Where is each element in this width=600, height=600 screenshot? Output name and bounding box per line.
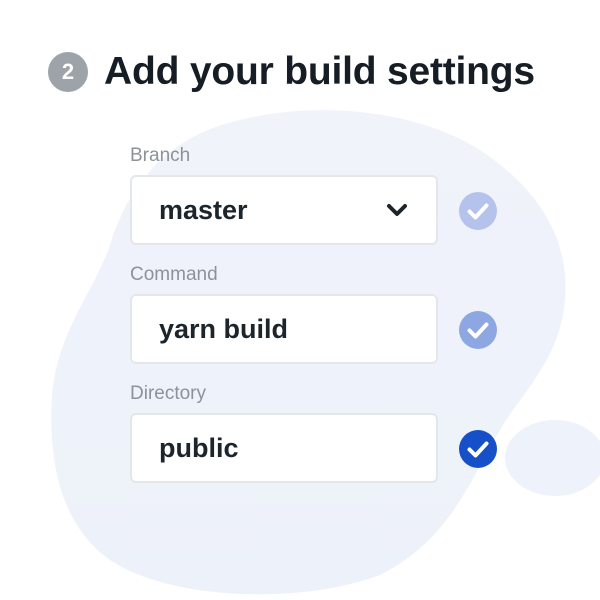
command-check-circle-icon [459,311,497,349]
directory-input-value: public [159,432,239,463]
command-input[interactable]: yarn build [130,294,438,364]
directory-check-circle-icon [459,430,497,468]
branch-label: Branch [130,145,191,166]
step-number-badge: 2 [48,52,88,92]
branch-check-circle-icon [459,192,497,230]
branch-select[interactable]: master [130,175,438,245]
page-title: Add your build settings [104,50,535,93]
small-blob-shape [505,420,600,496]
branch-select-value: master [159,194,248,225]
directory-input[interactable]: public [130,413,438,483]
chevron-down-icon [387,204,407,216]
command-input-value: yarn build [159,313,289,344]
command-label: Command [130,264,218,285]
directory-label: Directory [130,383,207,404]
